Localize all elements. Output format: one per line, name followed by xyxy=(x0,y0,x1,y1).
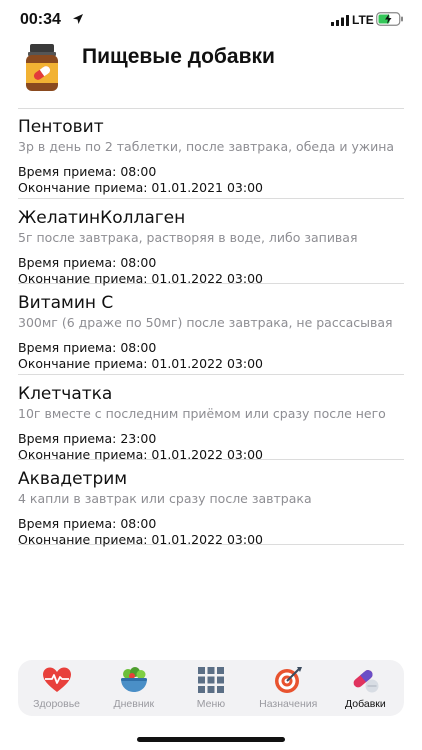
item-name: Аквадетрим xyxy=(18,469,128,489)
item-description: 10г вместе с последним приёмом или сразу… xyxy=(18,406,386,421)
list-item[interactable]: ЖелатинКоллаген 5г после завтрака, раств… xyxy=(18,207,404,286)
tab-prescriptions[interactable]: Назначения xyxy=(250,660,327,716)
item-time: Время приема: 08:00 xyxy=(18,164,157,179)
item-end: Окончание приема: 01.01.2022 03:00 xyxy=(18,356,263,371)
list-item[interactable]: Аквадетрим 4 капли в завтрак или сразу п… xyxy=(18,468,404,547)
item-description: 3р в день по 2 таблетки, после завтрака,… xyxy=(18,139,395,154)
grid-menu-icon xyxy=(198,667,224,693)
target-icon xyxy=(275,667,303,693)
item-description: 5г после завтрака, растворяя в воде, либ… xyxy=(18,230,358,245)
page-title: Пищевые добавки xyxy=(82,45,275,68)
page-header: Пищевые добавки xyxy=(0,44,422,102)
supplement-list: Пентовит 3р в день по 2 таблетки, после … xyxy=(18,116,404,553)
tab-label: Добавки xyxy=(345,698,386,710)
item-time: Время приема: 23:00 xyxy=(18,431,157,446)
item-name: ЖелатинКоллаген xyxy=(18,208,186,228)
location-arrow-icon xyxy=(73,14,83,24)
item-time: Время приема: 08:00 xyxy=(18,516,157,531)
network-label: LTE xyxy=(352,13,374,27)
item-name: Пентовит xyxy=(18,117,104,137)
item-end: Окончание приема: 01.01.2022 03:00 xyxy=(18,271,263,286)
list-item[interactable]: Клетчатка 10г вместе с последним приёмом… xyxy=(18,383,404,462)
item-time: Время приема: 08:00 xyxy=(18,255,157,270)
item-name: Витамин С xyxy=(18,293,114,313)
signal-bars-icon xyxy=(331,15,349,26)
tab-label: Дневник xyxy=(113,698,155,710)
item-end: Окончание приема: 01.01.2021 03:00 xyxy=(18,180,263,195)
tab-label: Назначения xyxy=(259,698,318,710)
item-time: Время приема: 08:00 xyxy=(18,340,157,355)
tab-supplements[interactable]: Добавки xyxy=(327,660,404,716)
supplement-bottle-icon xyxy=(26,44,58,91)
item-name: Клетчатка xyxy=(18,384,113,404)
tab-health[interactable]: Здоровье xyxy=(18,660,95,716)
pills-icon xyxy=(354,670,379,693)
status-time: 00:34 xyxy=(20,11,61,28)
list-item[interactable]: Пентовит 3р в день по 2 таблетки, после … xyxy=(18,116,404,199)
tab-menu[interactable]: Меню xyxy=(172,660,249,716)
tab-label: Меню xyxy=(196,698,226,710)
tab-label: Здоровье xyxy=(33,698,81,710)
item-end: Окончание приема: 01.01.2022 03:00 xyxy=(18,447,263,462)
tab-bar: Здоровье Дневник Меню Назначения Добавки xyxy=(18,660,404,716)
item-description: 4 капли в завтрак или сразу после завтра… xyxy=(18,491,312,506)
item-description: 300мг (6 драже по 50мг) после завтрака, … xyxy=(18,315,393,330)
heart-pulse-icon xyxy=(42,667,71,692)
list-item[interactable]: Витамин С 300мг (6 драже по 50мг) после … xyxy=(18,292,404,375)
status-bar: 00:34 LTE xyxy=(0,0,422,44)
battery-charging-icon xyxy=(376,12,403,26)
home-indicator[interactable] xyxy=(137,737,285,742)
item-end: Окончание приема: 01.01.2022 03:00 xyxy=(18,532,263,547)
divider xyxy=(18,108,404,109)
tab-diary[interactable]: Дневник xyxy=(95,660,172,716)
food-bowl-icon xyxy=(120,667,147,692)
